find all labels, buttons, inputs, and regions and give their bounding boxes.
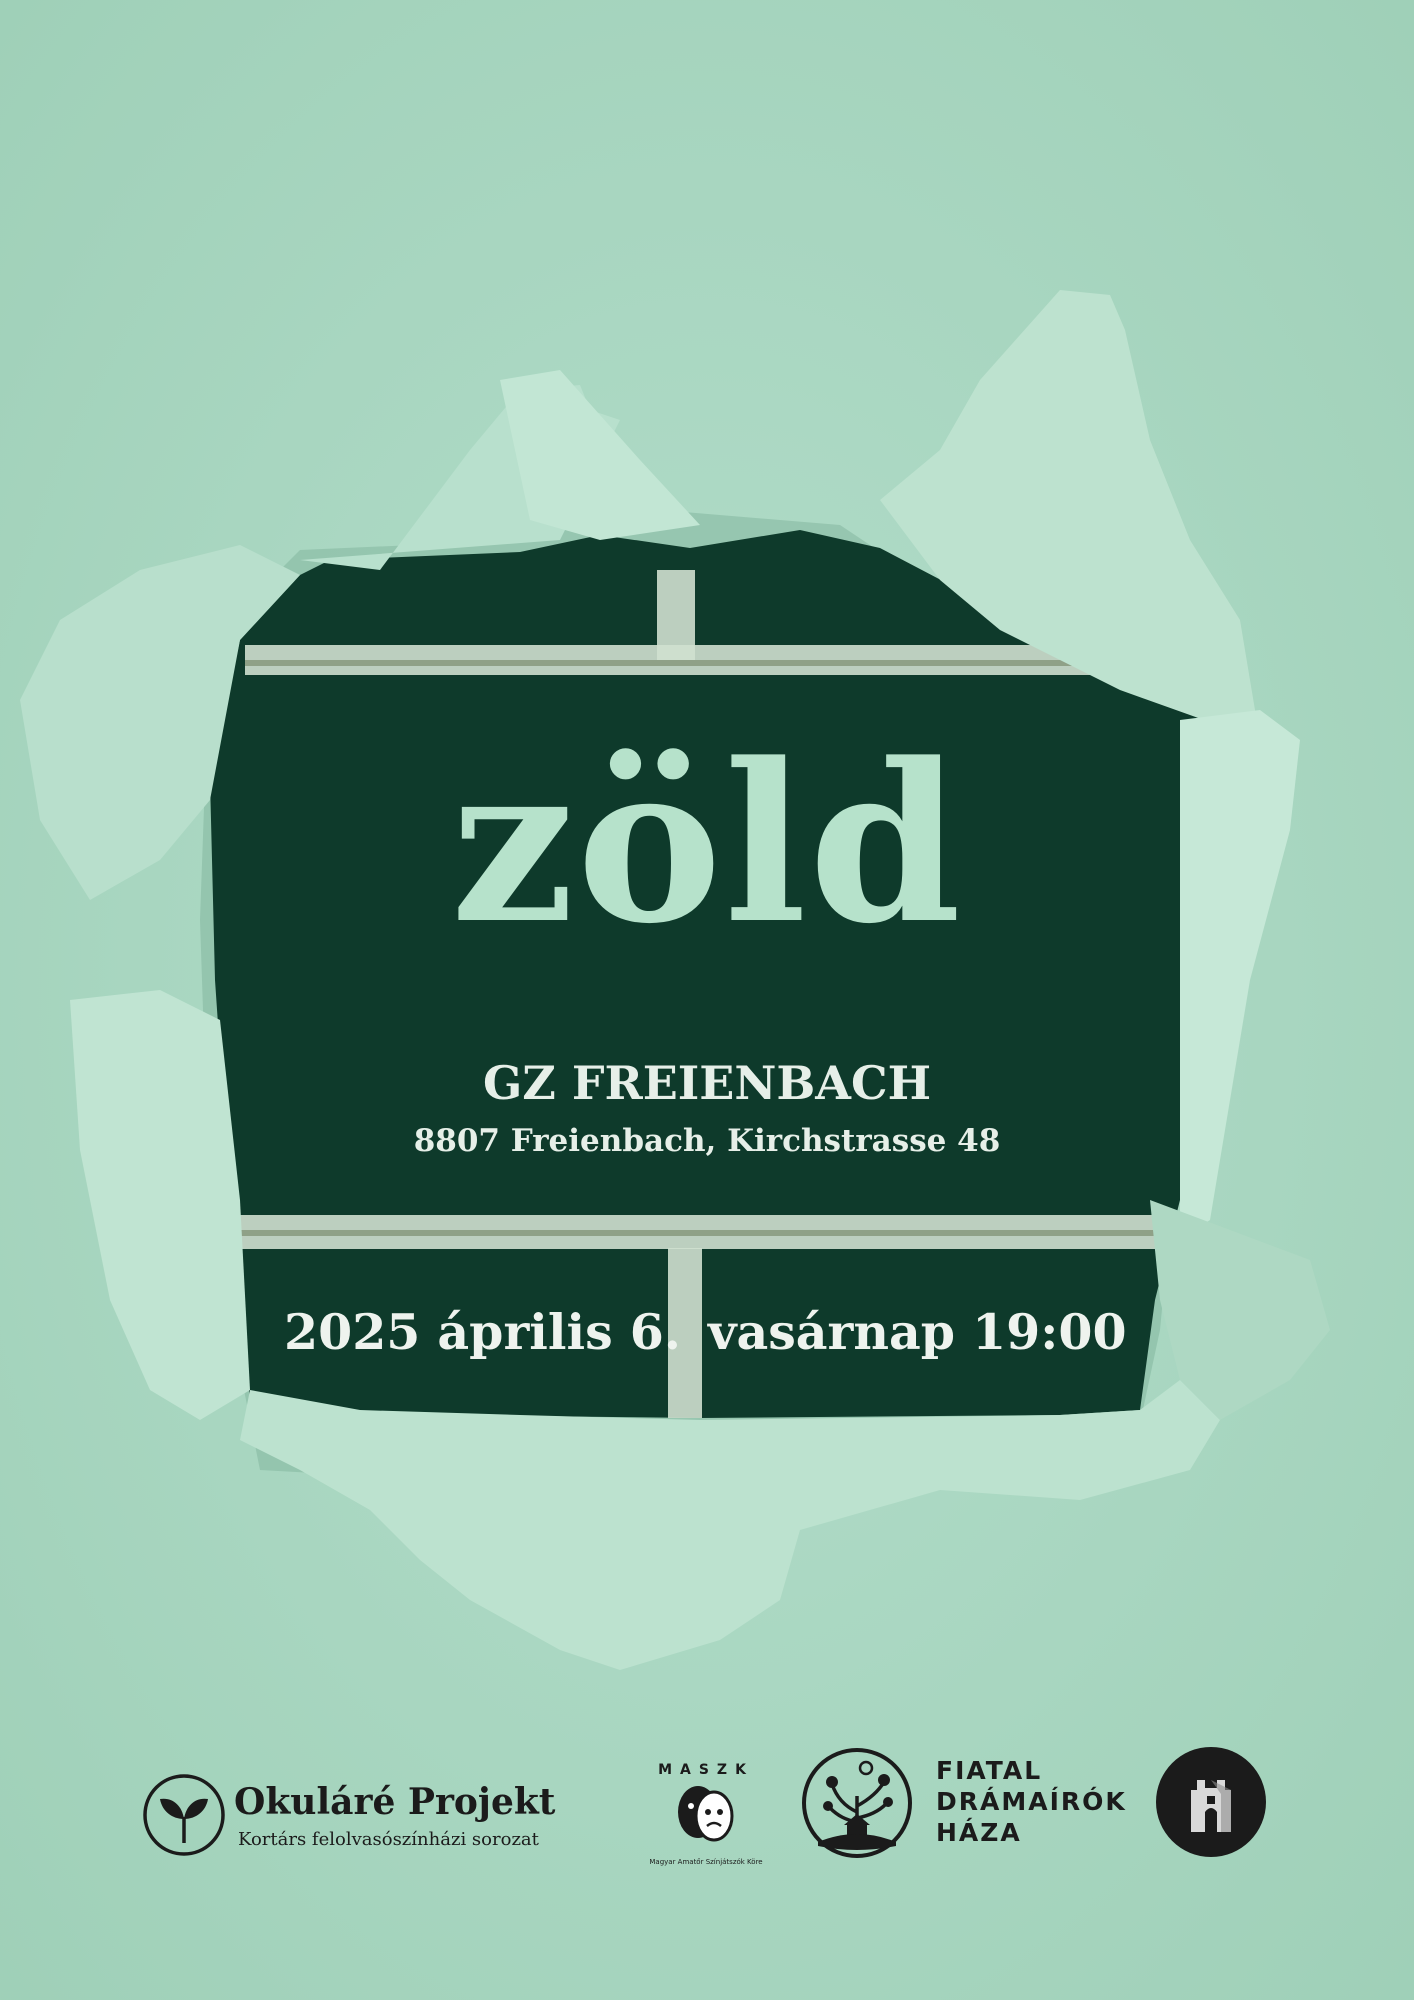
maszk-logo-lettering: MASZK — [658, 1762, 754, 1778]
okulare-projekt-logo: Okuláré Projekt Kortárs felolvasószínház… — [142, 1773, 572, 1857]
maszk-logo: MASZK Magyar Amatőr Színjátszók Köre — [649, 1762, 762, 1866]
okulare-projekt-name: Okuláré Projekt — [234, 1781, 556, 1823]
event-day-time: vasárnap 19:00 — [708, 1303, 1127, 1361]
seedling-icon — [143, 1774, 225, 1856]
venue-name: GZ FREIENBACH — [482, 1056, 932, 1110]
okulare-projekt-subtitle: Kortárs felolvasószínházi sorozat — [238, 1829, 539, 1850]
event-date: 2025 április 6. — [284, 1303, 681, 1361]
tower-icon — [1156, 1747, 1266, 1857]
theatre-masks-icon — [678, 1786, 734, 1842]
maszk-logo-bottom-lettering: Magyar Amatőr Színjátszók Köre — [649, 1857, 762, 1866]
fiatal-dramairok-haza-name: FIATAL DRÁMAÍRÓK HÁZA — [936, 1756, 1127, 1847]
venue-address: 8807 Freienbach, Kirchstrasse 48 — [413, 1123, 1001, 1159]
event-title: zöld — [450, 716, 964, 972]
torn-paper-background — [0, 0, 1414, 2000]
tree-house-emblem-icon — [802, 1748, 912, 1858]
